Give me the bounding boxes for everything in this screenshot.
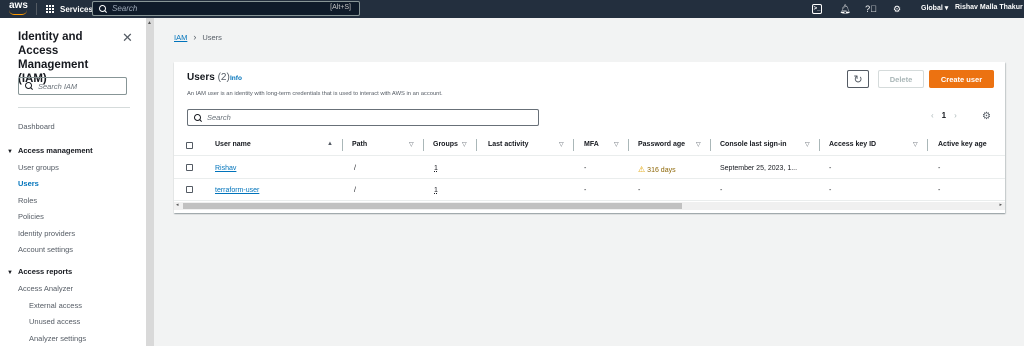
access-key-cell: -	[829, 165, 832, 172]
top-navigation-bar: aws Services Search [Alt+S] >_ 🔔︎ ?⃝ ⚙ G…	[0, 0, 1024, 18]
sort-icon[interactable]: ▽	[805, 141, 810, 148]
section-access-management[interactable]: ▼ Access management	[7, 146, 93, 155]
column-groups[interactable]: Groups	[433, 141, 458, 148]
path-cell: /	[354, 187, 356, 194]
aws-logo[interactable]: aws	[9, 1, 28, 15]
search-icon	[194, 113, 202, 122]
panel-description: An IAM user is an identity with long-ter…	[187, 91, 443, 97]
active-key-age-cell: -	[938, 165, 941, 172]
warning-icon: ⚠	[638, 165, 646, 174]
column-password-age[interactable]: Password age	[638, 141, 685, 148]
sidebar-item-dashboard[interactable]: Dashboard	[18, 122, 55, 131]
users-search-input[interactable]: Search	[187, 109, 539, 126]
user-name-link[interactable]: Rishav	[215, 165, 236, 172]
search-icon	[25, 82, 33, 90]
refresh-icon: ↻	[853, 73, 863, 86]
caret-down-icon: ▼	[7, 149, 13, 155]
pagination: ‹ 1 ›	[931, 111, 957, 120]
delete-button[interactable]: Delete	[878, 70, 924, 88]
table-row: Rishav / 1 - ⚠ 316 days September 25, 202…	[174, 158, 1005, 179]
info-link[interactable]: Info	[230, 75, 242, 82]
services-menu-button[interactable]: Services	[46, 2, 93, 16]
mfa-cell: -	[584, 187, 587, 194]
user-name-link[interactable]: terraform-user	[215, 187, 259, 194]
sort-ascending-icon[interactable]: ▲	[327, 141, 333, 147]
scroll-right-icon[interactable]: ▸	[999, 202, 1002, 208]
gear-icon[interactable]: ⚙	[890, 2, 904, 16]
panel-title: Users (2)	[187, 72, 230, 83]
chevron-left-icon[interactable]: ‹	[931, 111, 934, 120]
refresh-button[interactable]: ↻	[847, 70, 869, 88]
scroll-left-icon[interactable]: ◂	[176, 202, 179, 208]
row-checkbox[interactable]	[186, 164, 193, 171]
sidebar-search-input[interactable]: Search IAM	[18, 77, 127, 95]
row-checkbox[interactable]	[186, 186, 193, 193]
sidebar-item-unused-access[interactable]: Unused access	[29, 317, 80, 326]
search-shortcut: [Alt+S]	[330, 4, 351, 11]
section-access-reports[interactable]: ▼ Access reports	[7, 267, 72, 276]
sort-icon[interactable]: ▽	[409, 141, 414, 148]
search-icon	[99, 4, 107, 13]
user-count: (2)	[217, 72, 230, 83]
sidebar-item-access-analyzer[interactable]: Access Analyzer	[18, 284, 73, 293]
console-last-sign-in-cell: -	[720, 187, 723, 194]
help-icon[interactable]: ?⃝	[864, 2, 878, 16]
column-path[interactable]: Path	[352, 141, 367, 148]
column-mfa[interactable]: MFA	[584, 141, 599, 148]
path-cell: /	[354, 165, 356, 172]
column-active-key-age[interactable]: Active key age	[938, 141, 987, 148]
sidebar-item-identity-providers[interactable]: Identity providers	[18, 229, 75, 238]
chevron-right-icon[interactable]: ›	[954, 111, 957, 120]
table-header: User name ▲ Path ▽ Groups ▽ Last activit…	[174, 135, 1005, 156]
cloudshell-icon[interactable]: >_	[812, 4, 822, 14]
column-last-activity[interactable]: Last activity	[488, 141, 528, 148]
groups-cell[interactable]: 1	[434, 187, 438, 194]
breadcrumb-current: Users	[202, 32, 222, 42]
table-settings-gear-icon[interactable]: ⚙	[982, 111, 991, 122]
bell-icon[interactable]: 🔔︎	[838, 2, 852, 16]
groups-cell[interactable]: 1	[434, 165, 438, 172]
sort-icon[interactable]: ▽	[696, 141, 701, 148]
create-user-button[interactable]: Create user	[929, 70, 994, 88]
breadcrumb: IAM › Users	[174, 32, 222, 42]
sidebar-item-analyzer-settings[interactable]: Analyzer settings	[29, 334, 86, 343]
chevron-right-icon: ›	[193, 32, 197, 42]
sidebar-item-roles[interactable]: Roles	[18, 196, 37, 205]
mfa-cell: -	[584, 165, 587, 172]
console-last-sign-in-cell: September 25, 2023, 1...	[720, 165, 798, 172]
breadcrumb-iam-link[interactable]: IAM	[174, 33, 187, 42]
access-key-cell: -	[829, 187, 832, 194]
scrollbar-thumb[interactable]	[183, 203, 682, 209]
region-selector[interactable]: Global ▾	[921, 4, 948, 12]
column-access-key-id[interactable]: Access key ID	[829, 141, 876, 148]
sort-icon[interactable]: ▽	[559, 141, 564, 148]
active-key-age-cell: -	[938, 187, 941, 194]
sidebar-item-users[interactable]: Users	[18, 179, 39, 188]
account-menu[interactable]: Rishav Malla Thakur	[955, 4, 1023, 11]
table-horizontal-scrollbar[interactable]: ◂ ▸	[174, 202, 1005, 210]
page-number[interactable]: 1	[942, 111, 946, 120]
sidebar-item-user-groups[interactable]: User groups	[18, 163, 59, 172]
users-panel: Users (2) Info An IAM user is an identit…	[174, 62, 1005, 213]
sidebar-scrollbar[interactable]: ▲	[146, 18, 154, 346]
caret-down-icon: ▼	[7, 270, 13, 276]
sidebar: Identity and Access Management (IAM) ✕ S…	[0, 18, 146, 346]
password-age-cell: -	[638, 187, 641, 194]
grid-icon	[46, 4, 55, 14]
sidebar-item-policies[interactable]: Policies	[18, 212, 44, 221]
sidebar-item-account-settings[interactable]: Account settings	[18, 245, 73, 254]
column-user-name[interactable]: User name	[215, 141, 251, 148]
table-row: terraform-user / 1 - - - - -	[174, 180, 1005, 201]
sort-icon[interactable]: ▽	[462, 141, 467, 148]
column-console-last-sign-in[interactable]: Console last sign-in	[720, 141, 787, 148]
sort-icon[interactable]: ▽	[913, 141, 918, 148]
sidebar-item-external-access[interactable]: External access	[29, 301, 82, 310]
close-icon[interactable]: ✕	[122, 30, 133, 46]
password-age-cell: ⚠ 316 days	[638, 165, 676, 174]
sort-icon[interactable]: ▽	[614, 141, 619, 148]
global-search-input[interactable]: Search [Alt+S]	[92, 1, 360, 16]
select-all-checkbox[interactable]	[186, 142, 193, 149]
